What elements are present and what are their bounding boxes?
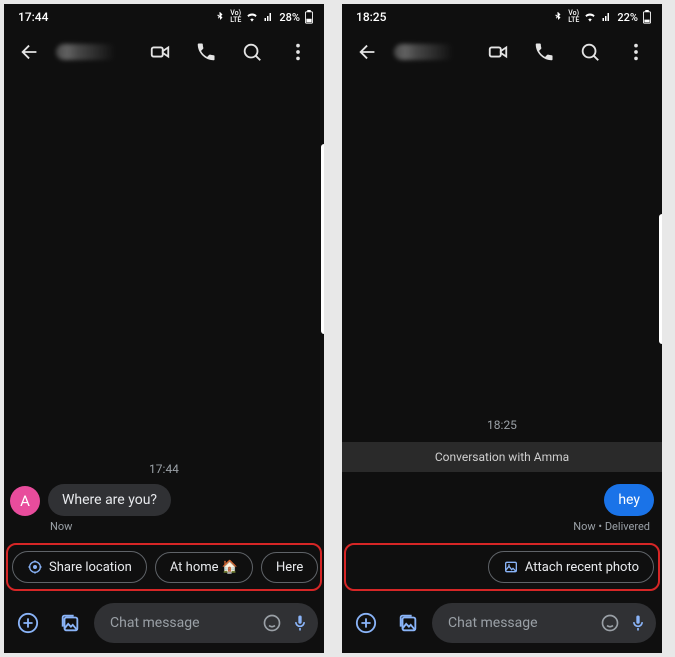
battery-pct: 22% bbox=[617, 11, 638, 24]
mic-icon[interactable] bbox=[290, 613, 310, 633]
composer-bar: Chat message bbox=[4, 597, 324, 653]
phone-icon bbox=[533, 41, 555, 63]
chip-at-home[interactable]: At home 🏠 bbox=[155, 552, 253, 583]
back-button[interactable] bbox=[348, 32, 388, 72]
mic-icon[interactable] bbox=[628, 613, 648, 633]
chip-label: Attach recent photo bbox=[525, 560, 639, 575]
battery-icon bbox=[304, 10, 314, 24]
search-button[interactable] bbox=[232, 32, 272, 72]
status-bar: 18:25 Vo)LTE 22% bbox=[342, 4, 662, 30]
back-button[interactable] bbox=[10, 32, 50, 72]
app-bar bbox=[342, 30, 662, 74]
message-meta: Now bbox=[4, 518, 324, 539]
chip-label: Here bbox=[276, 560, 303, 575]
status-time: 18:25 bbox=[356, 10, 386, 24]
video-call-button[interactable] bbox=[478, 32, 518, 72]
signal-icon bbox=[601, 11, 613, 23]
message-bubble-outgoing[interactable]: hey bbox=[604, 484, 654, 516]
status-indicators: Vo)LTE 22% bbox=[552, 10, 652, 24]
conversation-area: 18:25 Conversation with Amma hey Now • D… bbox=[342, 74, 662, 543]
input-placeholder: Chat message bbox=[110, 615, 254, 631]
arrow-left-icon bbox=[357, 41, 379, 63]
plus-circle-icon bbox=[355, 612, 377, 634]
contact-name-blurred bbox=[56, 44, 130, 60]
search-icon bbox=[241, 41, 263, 63]
emoji-icon[interactable] bbox=[262, 613, 282, 633]
add-button[interactable] bbox=[348, 605, 384, 641]
scroll-indicator bbox=[321, 144, 324, 334]
more-button[interactable] bbox=[278, 32, 318, 72]
battery-pct: 28% bbox=[279, 11, 300, 24]
call-button[interactable] bbox=[524, 32, 564, 72]
chip-attach-photo[interactable]: Attach recent photo bbox=[488, 551, 654, 583]
phone-left: 17:44 Vo)LTE 28% 17:44 A bbox=[4, 4, 324, 653]
smart-reply-row: Share location At home 🏠 Here At my bbox=[6, 543, 322, 591]
signal-icon bbox=[263, 11, 275, 23]
status-bar: 17:44 Vo)LTE 28% bbox=[4, 4, 324, 30]
conversation-area: 17:44 A Where are you? Now bbox=[4, 74, 324, 543]
wifi-icon bbox=[583, 10, 597, 24]
phone-icon bbox=[195, 41, 217, 63]
video-icon bbox=[149, 41, 171, 63]
contact-name-blurred bbox=[394, 44, 468, 60]
status-indicators: Vo)LTE 28% bbox=[214, 10, 314, 24]
status-time: 17:44 bbox=[18, 10, 48, 24]
add-button[interactable] bbox=[10, 605, 46, 641]
chip-label: At home 🏠 bbox=[170, 560, 238, 575]
photo-icon bbox=[503, 559, 519, 575]
gallery-button[interactable] bbox=[390, 605, 426, 641]
timestamp-divider: 18:25 bbox=[342, 418, 662, 432]
avatar[interactable]: A bbox=[10, 486, 40, 516]
emoji-icon[interactable] bbox=[600, 613, 620, 633]
wifi-icon bbox=[245, 10, 259, 24]
timestamp-divider: 17:44 bbox=[4, 462, 324, 476]
lte-icon: Vo)LTE bbox=[568, 10, 579, 24]
message-bubble-incoming[interactable]: Where are you? bbox=[48, 484, 171, 516]
app-bar bbox=[4, 30, 324, 74]
more-vert-icon bbox=[287, 41, 309, 63]
chip-label: Share location bbox=[49, 560, 132, 575]
message-input[interactable]: Chat message bbox=[94, 603, 318, 643]
input-placeholder: Chat message bbox=[448, 615, 592, 631]
gallery-button[interactable] bbox=[52, 605, 88, 641]
gallery-icon bbox=[397, 612, 419, 634]
conversation-banner: Conversation with Amma bbox=[342, 442, 662, 472]
search-button[interactable] bbox=[570, 32, 610, 72]
scroll-indicator bbox=[659, 214, 662, 344]
bluetooth-icon bbox=[214, 11, 226, 23]
message-meta: Now • Delivered bbox=[342, 518, 662, 539]
phone-right: 18:25 Vo)LTE 22% 18:25 Conversati bbox=[342, 4, 662, 653]
battery-icon bbox=[642, 10, 652, 24]
more-button[interactable] bbox=[616, 32, 656, 72]
arrow-left-icon bbox=[19, 41, 41, 63]
chip-share-location[interactable]: Share location bbox=[12, 551, 147, 583]
gallery-icon bbox=[59, 612, 81, 634]
video-call-button[interactable] bbox=[140, 32, 180, 72]
location-icon bbox=[27, 559, 43, 575]
smart-action-row: Attach recent photo bbox=[344, 543, 660, 591]
call-button[interactable] bbox=[186, 32, 226, 72]
video-icon bbox=[487, 41, 509, 63]
lte-icon: Vo)LTE bbox=[230, 10, 241, 24]
message-row-incoming: A Where are you? bbox=[4, 482, 324, 518]
message-input[interactable]: Chat message bbox=[432, 603, 656, 643]
search-icon bbox=[579, 41, 601, 63]
message-row-outgoing: hey bbox=[342, 482, 662, 518]
more-vert-icon bbox=[625, 41, 647, 63]
bluetooth-icon bbox=[552, 11, 564, 23]
plus-circle-icon bbox=[17, 612, 39, 634]
composer-bar: Chat message bbox=[342, 597, 662, 653]
chip-here[interactable]: Here bbox=[261, 552, 318, 583]
